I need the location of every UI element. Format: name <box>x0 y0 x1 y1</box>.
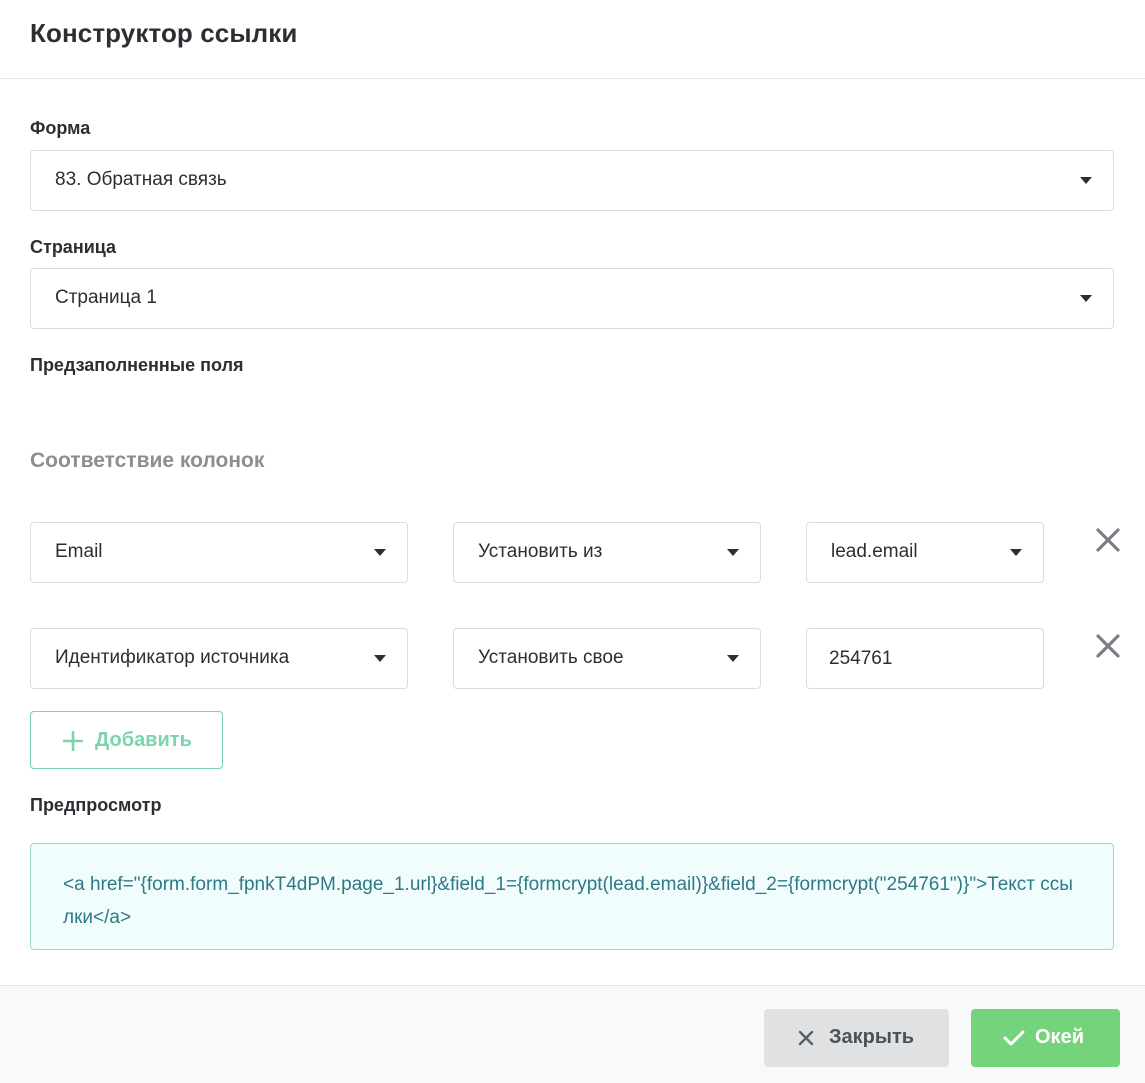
close-icon <box>1096 528 1120 552</box>
mapping-row-2-mode-select[interactable]: Установить свое <box>453 628 761 689</box>
form-select[interactable]: 83. Обратная связь <box>30 150 1114 211</box>
chevron-down-icon <box>727 549 739 556</box>
mapping-row-1-source-value: lead.email <box>831 541 918 562</box>
preview-code: <a href="{form.form_fpnkT4dPM.page_1.url… <box>63 874 1073 928</box>
close-button-label: Закрыть <box>829 1026 915 1048</box>
page-label: Страница <box>30 237 117 257</box>
chevron-down-icon <box>1010 549 1022 556</box>
mapping-row-2-field-select[interactable]: Идентификатор источника <box>30 628 408 689</box>
close-icon <box>798 1030 814 1046</box>
mapping-row-1-remove-button[interactable] <box>1094 526 1124 556</box>
preview-code-box: <a href="{form.form_fpnkT4dPM.page_1.url… <box>30 843 1114 950</box>
chevron-down-icon <box>1080 177 1092 184</box>
modal-title: Конструктор ссылки <box>30 18 298 48</box>
mapping-row-1-mode-value: Установить из <box>478 541 603 562</box>
close-button[interactable]: Закрыть <box>764 1009 949 1067</box>
mapping-row-1-source-select[interactable]: lead.email <box>806 522 1044 583</box>
mapping-row-2-field-value: Идентификатор источника <box>55 647 290 668</box>
modal-footer: Закрыть Окей <box>0 985 1145 1083</box>
mapping-row-1-field-value: Email <box>55 541 103 562</box>
mapping-row-1-field-select[interactable]: Email <box>30 522 408 583</box>
form-label: Форма <box>30 118 91 138</box>
chevron-down-icon <box>374 655 386 662</box>
modal-header: Конструктор ссылки <box>0 0 1145 79</box>
mapping-row-2-mode-value: Установить свое <box>478 647 624 668</box>
preview-label: Предпросмотр <box>30 795 162 815</box>
chevron-down-icon <box>1080 295 1092 302</box>
add-mapping-button[interactable]: Добавить <box>30 711 223 769</box>
ok-button[interactable]: Окей <box>971 1009 1120 1067</box>
chevron-down-icon <box>727 655 739 662</box>
chevron-down-icon <box>374 549 386 556</box>
mapping-row-1-mode-select[interactable]: Установить из <box>453 522 761 583</box>
form-select-value: 83. Обратная связь <box>55 169 227 190</box>
page-select[interactable]: Страница 1 <box>30 268 1114 329</box>
add-mapping-label: Добавить <box>95 729 192 751</box>
ok-button-label: Окей <box>1035 1026 1084 1048</box>
plus-icon <box>63 731 83 751</box>
mapping-row-2-remove-button[interactable] <box>1094 632 1124 662</box>
column-mapping-heading: Соответствие колонок <box>30 449 265 472</box>
page-select-value: Страница 1 <box>55 287 157 308</box>
prefilled-fields-label: Предзаполненные поля <box>30 355 244 375</box>
mapping-row-2-value-input[interactable] <box>806 628 1044 689</box>
link-builder-modal: Конструктор ссылки Форма 83. Обратная св… <box>0 0 1145 1083</box>
close-icon <box>1096 634 1120 658</box>
check-icon <box>1003 1030 1025 1046</box>
